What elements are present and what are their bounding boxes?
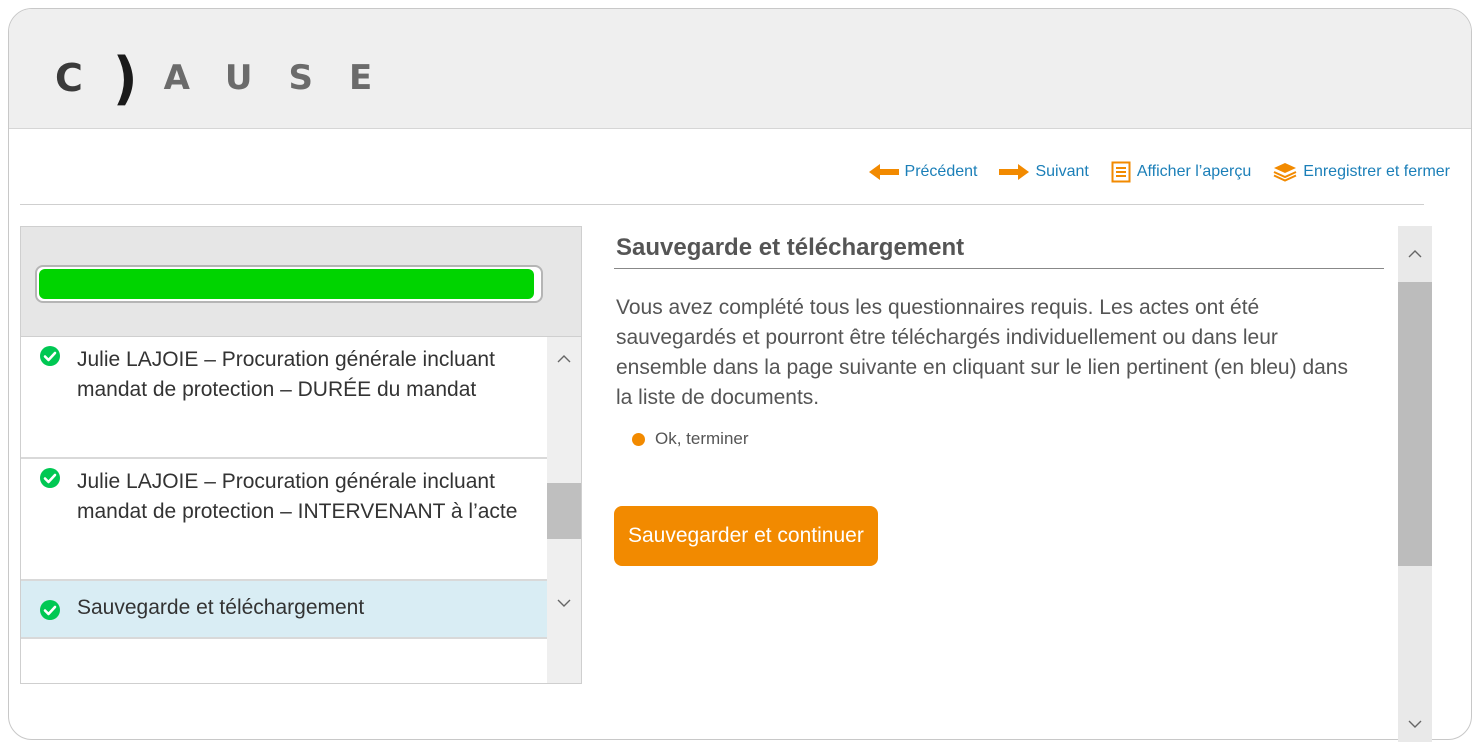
scroll-thumb[interactable] xyxy=(547,483,581,539)
step-list-scrollbar[interactable] xyxy=(547,337,581,683)
chevron-down-icon[interactable] xyxy=(1398,714,1432,734)
check-circle-icon xyxy=(40,468,60,488)
progress-fill xyxy=(39,269,534,299)
arrow-left-icon xyxy=(868,164,899,180)
header: C ) AUSE xyxy=(9,9,1471,129)
preview-label: Afficher l’aperçu xyxy=(1136,163,1252,180)
chevron-up-icon[interactable] xyxy=(547,349,581,369)
save-close-button[interactable]: Enregistrer et fermer xyxy=(1273,162,1450,182)
chevron-down-icon[interactable] xyxy=(547,593,581,613)
logo-paren: ) xyxy=(112,44,138,112)
scroll-thumb[interactable] xyxy=(1398,282,1432,566)
chevron-up-icon[interactable] xyxy=(1398,244,1432,264)
page-title: Sauvegarde et téléchargement xyxy=(614,234,1384,269)
check-circle-icon xyxy=(40,600,60,620)
description-text: Vous avez complété tous les questionnair… xyxy=(616,296,1348,409)
progress-area xyxy=(21,227,581,337)
step-label: Julie LAJOIE – Procuration générale incl… xyxy=(77,470,518,523)
next-button[interactable]: Suivant xyxy=(999,163,1089,181)
step-label: Julie LAJOIE – Procuration générale incl… xyxy=(77,348,495,401)
step-item-intervenant[interactable]: Julie LAJOIE – Procuration générale incl… xyxy=(21,459,547,581)
steps-panel: Julie LAJOIE – Procuration générale incl… xyxy=(20,226,582,684)
check-circle-icon xyxy=(40,346,60,366)
main-content: Sauvegarde et téléchargement Vous avez c… xyxy=(614,226,1394,566)
logo: C ) AUSE xyxy=(55,45,409,111)
arrow-right-icon xyxy=(999,164,1030,180)
step-label: Sauvegarde et téléchargement xyxy=(77,596,365,619)
previous-button[interactable]: Précédent xyxy=(868,163,978,181)
option-label: Ok, terminer xyxy=(655,429,749,448)
toolbar-divider xyxy=(20,204,1424,205)
step-list: Julie LAJOIE – Procuration générale incl… xyxy=(21,337,547,683)
main-scrollbar[interactable] xyxy=(1398,226,1432,742)
radio-dot-icon xyxy=(632,432,645,446)
step-item-duree[interactable]: Julie LAJOIE – Procuration générale incl… xyxy=(21,337,547,459)
option-ok-terminer[interactable]: Ok, terminer xyxy=(632,429,1394,449)
next-label: Suivant xyxy=(1035,163,1089,180)
logo-c: C xyxy=(55,56,83,100)
progress-bar xyxy=(35,265,543,303)
save-close-label: Enregistrer et fermer xyxy=(1303,163,1450,180)
previous-label: Précédent xyxy=(904,163,978,180)
logo-rest: AUSE xyxy=(163,58,409,98)
toolbar: Précédent Suivant Afficher l’aperçu Enre… xyxy=(847,160,1450,184)
step-item-sauvegarde[interactable]: Sauvegarde et téléchargement xyxy=(21,581,547,639)
preview-button[interactable]: Afficher l’aperçu xyxy=(1111,161,1251,183)
layers-icon xyxy=(1273,163,1297,182)
document-icon xyxy=(1111,161,1131,183)
save-continue-button[interactable]: Sauvegarder et continuer xyxy=(614,506,878,566)
